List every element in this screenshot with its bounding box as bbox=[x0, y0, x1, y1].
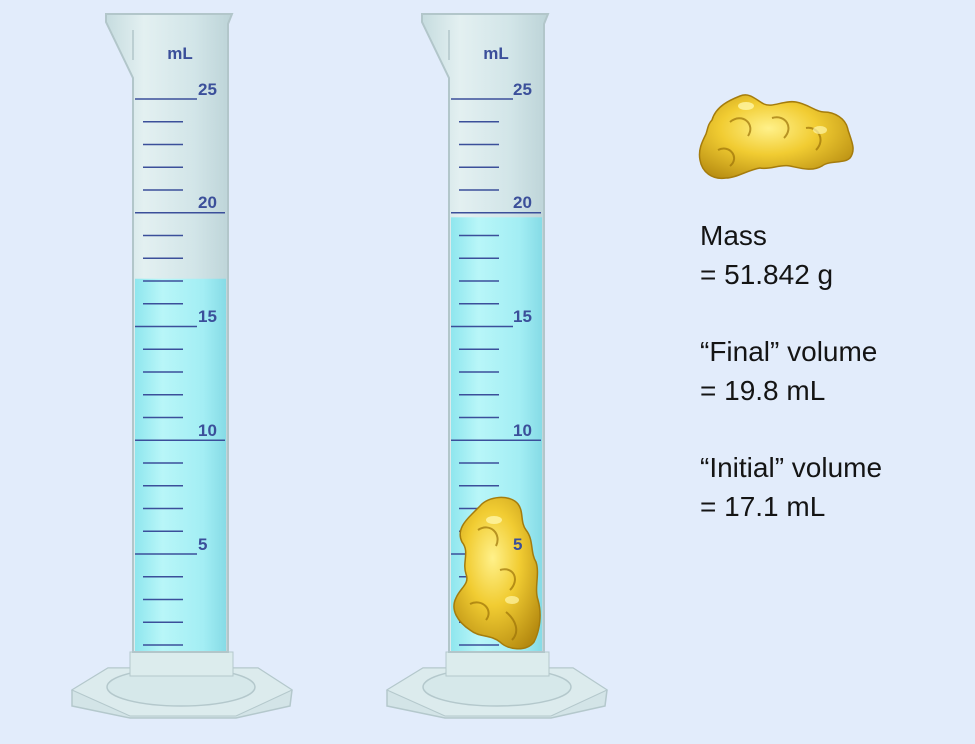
tick-label-10: 10 bbox=[513, 421, 532, 440]
initial-volume-block: “Initial” volume = 17.1 mL bbox=[700, 448, 882, 526]
tick-label-15: 15 bbox=[513, 307, 532, 326]
tick-label-20: 20 bbox=[513, 193, 532, 212]
final-volume-value: = 19.8 mL bbox=[700, 375, 826, 406]
liquid bbox=[135, 278, 226, 651]
cylinder-final: mL 25 20 15 10 5 bbox=[385, 13, 609, 719]
mass-value: = 51.842 g bbox=[700, 259, 834, 290]
tick-label-5: 5 bbox=[513, 535, 522, 554]
tick-label-20: 20 bbox=[198, 193, 217, 212]
gold-nugget bbox=[698, 94, 854, 180]
tick-label-15: 15 bbox=[198, 307, 217, 326]
tick-label-25: 25 bbox=[513, 80, 532, 99]
mass-block: Mass = 51.842 g bbox=[700, 216, 882, 294]
cylinder-base bbox=[385, 651, 609, 719]
mass-label: Mass bbox=[700, 220, 767, 251]
cylinder-base bbox=[70, 651, 294, 719]
unit-label: mL bbox=[167, 44, 193, 63]
final-volume-block: “Final” volume = 19.8 mL bbox=[700, 332, 882, 410]
initial-volume-label: “Initial” volume bbox=[700, 452, 883, 483]
measurements-panel: Mass = 51.842 g “Final” volume = 19.8 mL… bbox=[700, 216, 882, 564]
tick-label-25: 25 bbox=[198, 80, 217, 99]
tick-label-5: 5 bbox=[198, 535, 207, 554]
initial-volume-value: = 17.1 mL bbox=[700, 491, 826, 522]
cylinder-initial: mL 25 20 15 10 5 bbox=[70, 13, 294, 719]
tick-label-10: 10 bbox=[198, 421, 217, 440]
unit-label: mL bbox=[483, 44, 509, 63]
final-volume-label: “Final” volume bbox=[700, 336, 878, 367]
